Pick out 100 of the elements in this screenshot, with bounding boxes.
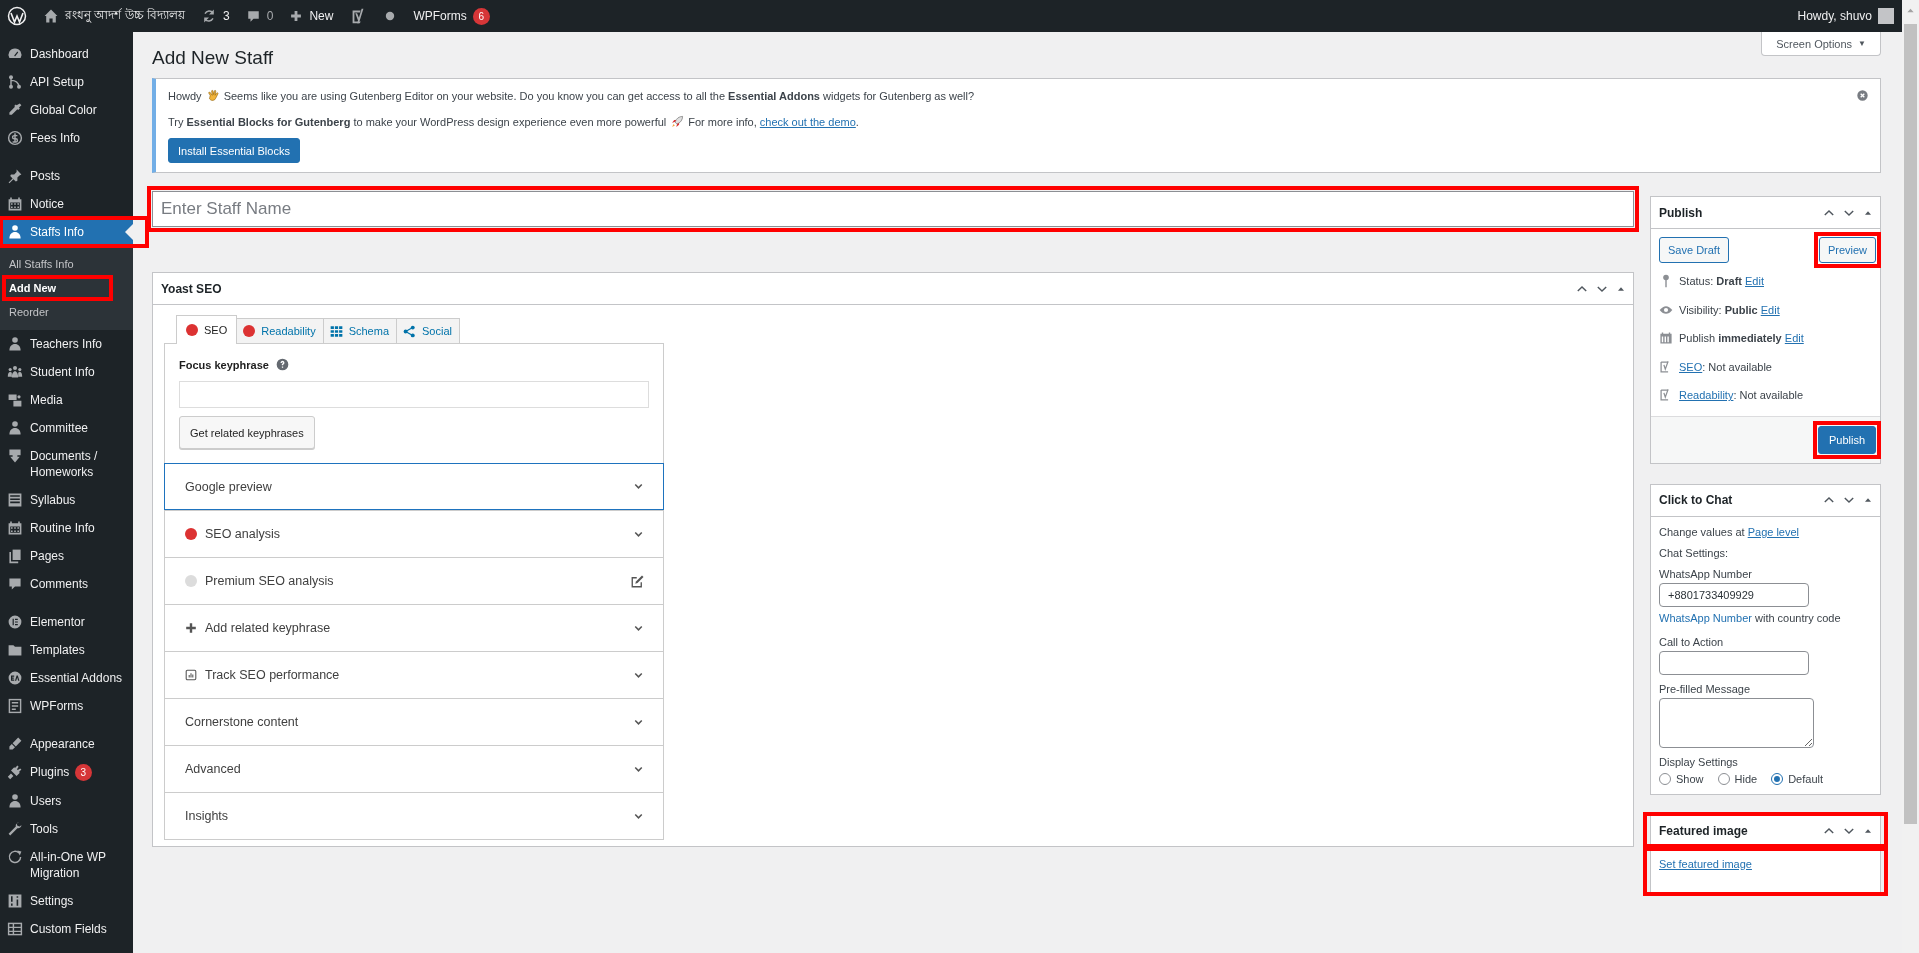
accordion-row[interactable]: Track SEO performance [165,651,663,698]
sidebar-menu-item[interactable]: Notice [0,190,133,218]
submenu-item[interactable]: All Staffs Info [0,252,133,276]
sidebar-menu-item[interactable]: Users [0,787,133,815]
call-to-action-field[interactable] [1659,650,1809,675]
updates-count[interactable]: 3 [223,9,230,23]
screen-options-button[interactable]: Screen Options ▼ [1761,32,1881,56]
calendar-icon [7,520,23,536]
pointer-icon [125,224,133,240]
refresh-icon [201,8,217,24]
submenu-item[interactable]: Reorder [0,300,133,324]
field-label: Display Settings [1659,754,1739,769]
scroll-up-icon [1906,6,1915,15]
radio-option[interactable]: Show [1659,772,1704,785]
sidebar-menu-item[interactable]: Fees Info [0,124,133,152]
new-link[interactable]: New [309,9,334,23]
text-link[interactable]: Edit [1784,332,1804,345]
related-keyphrases-button[interactable]: Get related keyphrases [179,416,315,449]
install-button[interactable]: Install Essential Blocks [168,138,300,163]
sidebar-menu-item[interactable]: Appearance [0,730,133,758]
radio-button[interactable] [1717,772,1730,785]
preview-button[interactable]: Preview [1818,237,1876,263]
notice-text: For more info, check out the demo. [688,116,859,128]
sidebar-menu-item[interactable]: Student Info [0,358,133,386]
accordion-row[interactable]: Insights [165,792,663,839]
radio-button[interactable] [1771,772,1784,785]
save-draft-button[interactable]: Save Draft [1659,237,1729,263]
set-featured-image-link[interactable]: Set featured image [1659,857,1752,870]
dollar-icon [7,130,23,146]
sidebar-menu-item[interactable]: Syllabus [0,486,133,514]
seo-tab[interactable]: Social [396,318,460,343]
notification-badge: 6 [472,7,490,25]
page-level-link[interactable]: Page level [1747,525,1800,538]
keyphrase-field[interactable] [179,381,649,408]
sidebar-menu-item[interactable]: Global Color [0,96,133,124]
speech-bubble-icon [245,8,261,24]
publish-setting: Publish immediately Edit [1679,332,1804,345]
publish-setting: Readability: Not available [1679,389,1804,402]
sidebar-menu-item[interactable]: Teachers Info [0,330,133,358]
sidebar-menu-item[interactable]: WPForms [0,692,133,720]
sidebar-menu-item[interactable]: Essential Addons [0,664,133,692]
accordion-row[interactable]: Google preview [164,463,664,510]
sidebar-menu-item[interactable]: API Setup [0,68,133,96]
sidebar-menu-item[interactable]: Comments [0,570,133,598]
field-label: Pre-filled Message [1659,681,1752,696]
sidebar-menu-item[interactable]: Media [0,386,133,414]
calendar-icon [7,196,23,212]
panel-title: Publish [1659,205,1703,220]
table-icon [7,921,23,937]
sliders-icon [7,893,23,909]
accordion-row[interactable]: Cornerstone content [165,698,663,745]
sidebar-menu-item[interactable]: Dashboard [0,40,133,68]
message-field[interactable] [1659,697,1814,748]
sidebar-menu-item[interactable]: Settings [0,887,133,915]
accordion-row[interactable]: Add related keyphrase [165,604,663,651]
seo-tab[interactable]: Readability [236,318,324,343]
person-icon [7,336,23,352]
seo-tab[interactable]: Schema [322,318,397,343]
whatsapp-number-field[interactable]: +8801733409929 [1659,582,1809,607]
sidebar-menu-item[interactable]: Routine Info [0,514,133,542]
text-link[interactable]: Edit [1760,303,1780,316]
pin-icon [7,168,23,184]
accordion-row[interactable]: SEO analysis [165,510,663,557]
greeting-link[interactable]: Howdy, shuvo [1797,9,1872,23]
seo-tab[interactable]: SEO [176,315,238,344]
panel-title: Click to Chat [1659,493,1733,507]
sidebar-menu-item[interactable]: Tools [0,815,133,843]
person-icon [7,793,23,809]
scrollbar-thumb[interactable] [1904,24,1917,824]
sidebar-menu-item[interactable]: Posts [0,162,133,190]
site-name-link[interactable]: রংধনু আদর্শ উচ্চ বিদ্যালয় [65,6,185,26]
sidebar-menu-item[interactable]: Custom Fields [0,915,133,943]
submenu-item[interactable]: Add New [0,276,133,300]
sidebar-menu-item[interactable]: Pages [0,542,133,570]
sidebar-menu-item[interactable]: Plugins 3 [0,758,133,787]
count-badge: 3 [74,764,92,781]
publish-button[interactable]: Publish [1817,425,1876,454]
sidebar-menu-item[interactable]: All-in-One WP Migration [0,843,133,887]
dropper-icon [7,102,23,118]
comments-count[interactable]: 0 [266,9,274,23]
download-icon [7,448,23,464]
calendar-icon [1659,331,1673,346]
radio-option[interactable]: Hide [1717,772,1758,785]
section-label: Chat Settings: [1659,545,1730,560]
sidebar-menu-item[interactable]: Elementor [0,608,133,636]
sidebar-menu-item[interactable]: Documents / Homeworks [0,442,133,486]
staff-name-field[interactable]: Enter Staff Name [152,191,1634,227]
wpforms-link[interactable]: WPForms [413,9,467,23]
rocket-icon [670,115,685,129]
radio-option[interactable]: Default [1771,772,1823,785]
chart-icon [185,669,197,681]
accordion-row[interactable]: Advanced [165,745,663,792]
accordion-row[interactable]: Premium SEO analysis [165,557,663,604]
text-link[interactable]: Edit [1745,275,1764,288]
publish-setting: SEO: Not available [1679,360,1772,373]
demo-link[interactable]: check out the demo [759,116,856,128]
group-icon [7,364,23,380]
radio-button[interactable] [1659,772,1671,785]
sidebar-menu-item[interactable]: Committee [0,414,133,442]
sidebar-menu-item[interactable]: Templates [0,636,133,664]
